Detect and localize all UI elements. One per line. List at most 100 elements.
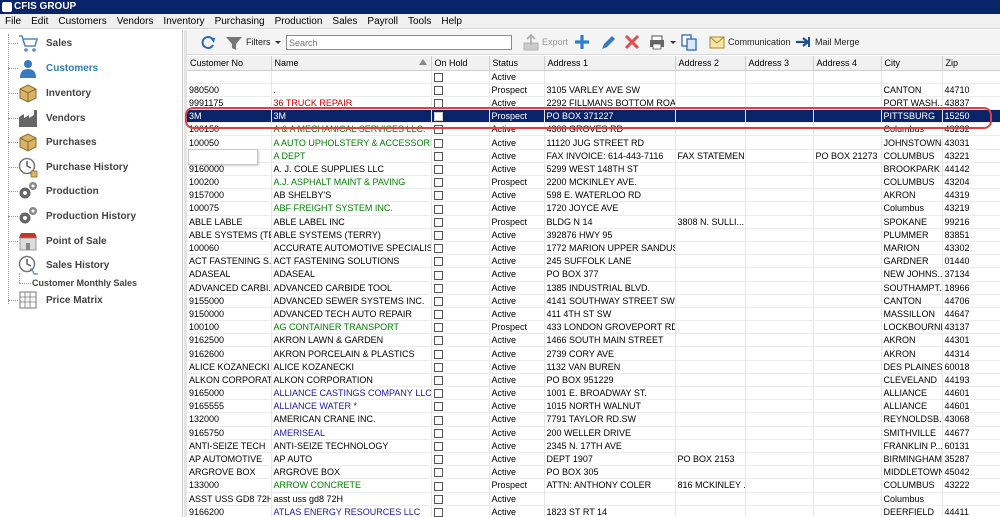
table-row[interactable]: 9991175 36 TRUCK REPAIR Active 2292 FILLMAN… xyxy=(187,96,1000,111)
menu-file[interactable]: File xyxy=(0,14,26,29)
sidebar-item-price-matrix[interactable]: Price Matrix xyxy=(0,289,183,313)
menu-edit[interactable]: Edit xyxy=(26,14,53,29)
on-hold-checkbox[interactable] xyxy=(433,389,443,399)
sidebar-item-customers[interactable]: Customers xyxy=(0,57,183,81)
on-hold-checkbox[interactable] xyxy=(433,283,443,293)
print-icon[interactable] xyxy=(648,33,666,52)
table-row[interactable]: ALICE KOZANECKI ALICE KOZANECKI Active 1132… xyxy=(187,360,1000,374)
table-row[interactable]: 100200 A.J. ASPHALT MAINT & PAVING Prospec… xyxy=(187,175,1000,190)
table-row[interactable]: 9165750 AMERISEAL Active 200 WELLER DRIVE SM… xyxy=(187,426,1000,440)
column-header-customer-no[interactable]: Customer No xyxy=(187,56,272,71)
edit-pencil-icon[interactable] xyxy=(599,33,617,52)
on-hold-checkbox[interactable] xyxy=(433,191,443,201)
sidebar-item-sales[interactable]: Sales xyxy=(0,32,183,56)
on-hold-checkbox[interactable] xyxy=(433,323,443,333)
on-hold-checkbox[interactable] xyxy=(433,507,443,517)
table-row[interactable]: Active xyxy=(187,70,1000,84)
mail-merge-button[interactable]: Mail Merge xyxy=(815,33,860,52)
on-hold-checkbox[interactable] xyxy=(433,138,443,148)
on-hold-checkbox[interactable] xyxy=(433,468,443,478)
table-row[interactable]: 3M 3M Prospect PO BOX 371227 PITTSBURG 15250 xyxy=(187,109,1000,124)
on-hold-checkbox[interactable] xyxy=(433,204,443,214)
table-row[interactable]: 9157000 AB SHELBY'S Active 598 E. WATERLOO … xyxy=(187,188,1000,203)
table-row[interactable]: ARGROVE BOX ARGROVE BOX Active PO BOX 305 MI… xyxy=(187,465,1000,480)
table-row[interactable]: ANTI-SEIZE TECH ANTI-SEIZE TECHNOLOGY Acti… xyxy=(187,439,1000,453)
search-input[interactable] xyxy=(286,35,512,50)
table-row[interactable]: 9162600 AKRON PORCELAIN & PLASTICS Active 2… xyxy=(187,346,1000,361)
menu-tools[interactable]: Tools xyxy=(403,14,436,29)
menu-payroll[interactable]: Payroll xyxy=(362,14,403,29)
column-header-city[interactable]: City xyxy=(881,56,943,71)
table-row[interactable]: ABLE LABLE ABLE LABEL INC Prospect BLDG N 1… xyxy=(187,215,1000,229)
table-row[interactable]: ADVANCED CARBI... ADVANCED CARBIDE TOOL Ac… xyxy=(187,281,1000,295)
chevron-down-icon[interactable] xyxy=(273,33,283,52)
menu-sales[interactable]: Sales xyxy=(327,14,362,29)
on-hold-checkbox[interactable] xyxy=(433,178,443,188)
filters-button[interactable]: Filters xyxy=(246,33,271,52)
sidebar-item-sales-history[interactable]: Sales History xyxy=(0,254,183,278)
on-hold-checkbox[interactable] xyxy=(433,376,443,386)
column-header-on-hold[interactable]: On Hold xyxy=(431,56,490,71)
on-hold-checkbox[interactable] xyxy=(433,336,443,346)
column-header-address-3[interactable]: Address 3 xyxy=(745,56,814,71)
column-header-status[interactable]: Status xyxy=(489,56,545,71)
table-row[interactable]: 9165555 ALLIANCE WATER * Active 1015 NORTH … xyxy=(187,399,1000,414)
table-row[interactable]: 080500 A DEPT Active FAX INVOICE: 614-443-7… xyxy=(187,149,1000,163)
on-hold-checkbox[interactable] xyxy=(433,270,443,280)
on-hold-checkbox[interactable] xyxy=(433,257,443,267)
on-hold-checkbox[interactable] xyxy=(433,349,443,359)
menu-purchasing[interactable]: Purchasing xyxy=(210,14,270,29)
table-row[interactable]: AP AUTOMOTIVE AP AUTO Active DEPT 1907 PO BO… xyxy=(187,452,1000,467)
on-hold-checkbox[interactable] xyxy=(433,494,443,504)
on-hold-checkbox[interactable] xyxy=(433,481,443,491)
table-row[interactable]: 9160000 A. J. COLE SUPPLIES LLC Active 5299… xyxy=(187,162,1000,177)
filter-funnel-icon[interactable] xyxy=(225,33,243,52)
sidebar-item-point-of-sale[interactable]: Point of Sale xyxy=(0,230,183,254)
table-row[interactable]: 9155000 ADVANCED SEWER SYSTEMS INC. Active… xyxy=(187,294,1000,308)
menu-inventory[interactable]: Inventory xyxy=(158,14,209,29)
menu-vendors[interactable]: Vendors xyxy=(112,14,159,29)
sidebar-item-customer-monthly-sales[interactable]: Customer Monthly Sales xyxy=(32,278,137,288)
table-row[interactable]: 9165000 ALLIANCE CASTINGS COMPANY LLC Acti… xyxy=(187,386,1000,401)
sidebar-item-purchase-history[interactable]: Purchase History xyxy=(0,156,183,180)
sidebar-item-vendors[interactable]: Vendors xyxy=(0,107,183,131)
chevron-down-icon[interactable] xyxy=(668,33,678,52)
table-row[interactable]: ABLE SYSTEMS (TE...ABLE SYSTEMS (TERRY) A… xyxy=(187,228,1000,242)
table-row[interactable]: 100050 A AUTO UPHOLSTERY & ACCESSORIES Act… xyxy=(187,135,1000,150)
column-header-name[interactable]: Name xyxy=(271,56,432,71)
on-hold-checkbox[interactable] xyxy=(433,362,443,372)
on-hold-checkbox[interactable] xyxy=(433,415,443,425)
sidebar-item-inventory[interactable]: Inventory xyxy=(0,82,183,106)
table-row[interactable]: ALKON CORPORAT... ALKON CORPORATION Active… xyxy=(187,373,1000,388)
on-hold-checkbox[interactable] xyxy=(433,230,443,240)
sidebar-item-purchases[interactable]: Purchases xyxy=(0,131,183,155)
table-row[interactable]: 9150000 ADVANCED TECH AUTO REPAIR Active 41… xyxy=(187,307,1000,322)
column-header-address-1[interactable]: Address 1 xyxy=(544,56,676,71)
table-row[interactable]: 100100 AG CONTAINER TRANSPORT Prospect 433 … xyxy=(187,320,1000,335)
on-hold-checkbox[interactable] xyxy=(433,244,443,254)
on-hold-checkbox[interactable] xyxy=(433,112,443,122)
on-hold-checkbox[interactable] xyxy=(433,125,443,135)
table-row[interactable]: 9166200 ATLAS ENERGY RESOURCES LLC Active 1… xyxy=(187,505,1000,517)
add-icon[interactable] xyxy=(573,33,591,52)
table-row[interactable]: 9162500 AKRON LAWN & GARDEN Active 1466 SOU… xyxy=(187,333,1000,348)
column-header-address-2[interactable]: Address 2 xyxy=(675,56,746,71)
on-hold-checkbox[interactable] xyxy=(433,72,443,82)
sidebar-item-production[interactable]: Production xyxy=(0,180,183,204)
table-row[interactable]: ASST USS GD8 72H asst uss gd8 72H Active Co… xyxy=(187,492,1000,506)
on-hold-checkbox[interactable] xyxy=(433,165,443,175)
delete-x-icon[interactable] xyxy=(623,33,641,52)
communication-button[interactable]: Communication xyxy=(728,33,791,52)
on-hold-checkbox[interactable] xyxy=(433,85,443,95)
on-hold-checkbox[interactable] xyxy=(433,217,443,227)
menu-customers[interactable]: Customers xyxy=(53,14,111,29)
on-hold-checkbox[interactable] xyxy=(433,455,443,465)
menu-help[interactable]: Help xyxy=(436,14,467,29)
on-hold-checkbox[interactable] xyxy=(433,441,443,451)
on-hold-checkbox[interactable] xyxy=(433,310,443,320)
table-row[interactable]: 133000 ARROW CONCRETE Prospect ATTN: ANTHON… xyxy=(187,478,1000,493)
menu-production[interactable]: Production xyxy=(270,14,328,29)
table-row[interactable]: ACT FASTENING S... ACT FASTENING SOLUTION… xyxy=(187,254,1000,269)
on-hold-checkbox[interactable] xyxy=(433,428,443,438)
on-hold-checkbox[interactable] xyxy=(433,296,443,306)
